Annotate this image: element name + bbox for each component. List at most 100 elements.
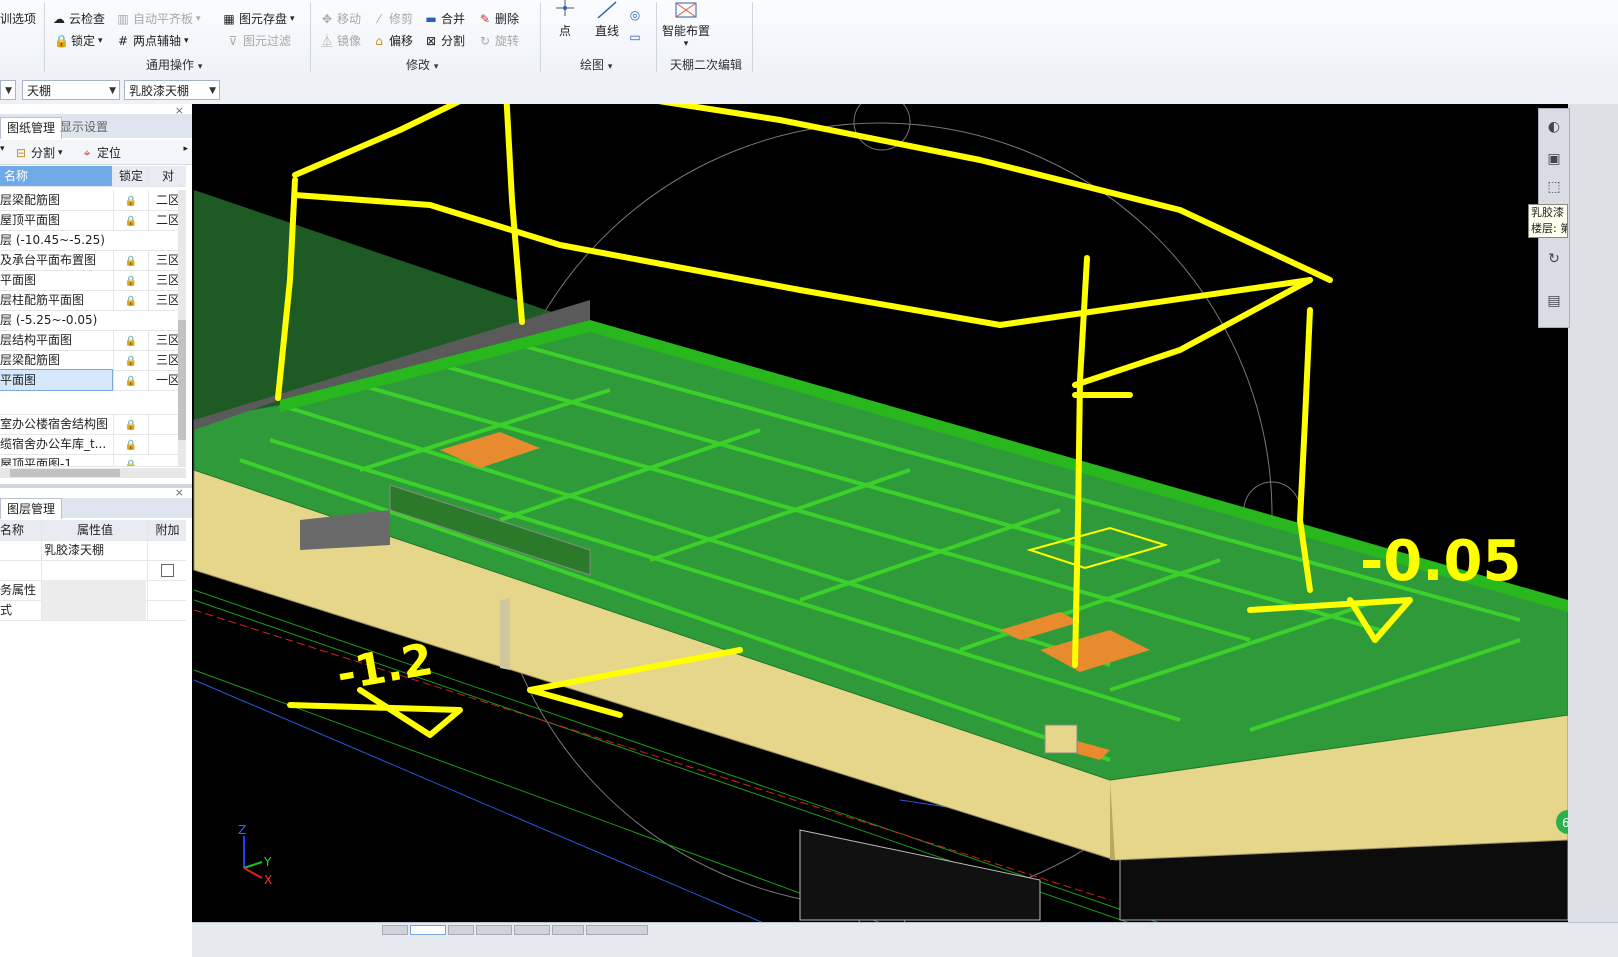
mirror-button[interactable]: ⏅ 镜像 <box>320 32 361 49</box>
save-elements-button[interactable]: ▦ 图元存盘 ▾ <box>222 10 294 27</box>
floor-group-row[interactable]: 层 (-5.25~-0.05) <box>0 310 186 331</box>
prop-value[interactable] <box>41 560 146 580</box>
prop-value[interactable]: 乳胶漆天棚 <box>41 540 146 560</box>
lock-icon[interactable]: 🔒 <box>113 190 148 210</box>
element-type-select[interactable]: 天棚 ▼ <box>22 80 120 100</box>
scrollbar-thumb[interactable] <box>10 469 120 477</box>
refresh-icon[interactable]: ↻ <box>1542 247 1566 271</box>
table-row[interactable]: 及承台平面布置图 🔒 三区 <box>0 250 186 271</box>
smart-layout-button[interactable]: 智能布置 ▾ <box>662 0 710 49</box>
property-row[interactable] <box>0 560 186 581</box>
line-button[interactable]: 直线 <box>594 0 620 39</box>
status-tab[interactable] <box>382 925 408 935</box>
mirror-label: 镜像 <box>337 34 362 48</box>
table-row[interactable]: 室办公楼宿舍结构图 🔒 <box>0 414 186 435</box>
property-row[interactable]: 式 <box>0 600 186 621</box>
chevron-right-icon[interactable]: ▸ <box>183 144 188 154</box>
mirror-icon: ⏅ <box>320 33 333 48</box>
group-label-ceiling-edit: 天棚二次编辑 <box>670 56 742 73</box>
smart-layout-icon <box>675 2 697 18</box>
3d-viewport[interactable]: -1.2 -0.05 Z Y X 6 <box>192 104 1568 922</box>
lock-icon[interactable]: 🔒 <box>113 330 148 350</box>
drawing-list-scrollbar[interactable] <box>178 190 186 466</box>
trim-button[interactable]: ⁄ 修剪 <box>372 10 413 27</box>
tab-display-settings[interactable]: 显示设置 <box>54 117 114 138</box>
lock-icon[interactable]: 🔒 <box>113 350 148 370</box>
lock-icon[interactable]: 🔒 <box>113 370 148 390</box>
property-row[interactable]: 务属性 <box>0 580 186 601</box>
chevron-down-icon: ▾ <box>683 39 689 49</box>
auto-align-button[interactable]: ▥ 自动平齐板 ▾ <box>116 10 200 27</box>
floor-select[interactable]: ▼ <box>0 80 16 100</box>
delete-button[interactable]: ✎ 删除 <box>478 10 519 27</box>
rotate-button[interactable]: ↻ 旋转 <box>478 32 519 49</box>
group-label-modify-text: 修改 <box>406 58 431 72</box>
panel-divider[interactable] <box>0 484 192 488</box>
group-label-general-text: 通用操作 <box>146 58 195 72</box>
offset-button[interactable]: ⌂ 偏移 <box>372 32 413 49</box>
column-header-lock[interactable]: 锁定 <box>113 166 148 186</box>
3d-box-icon[interactable]: ⬚ <box>1542 175 1566 199</box>
lock-icon[interactable]: 🔒 <box>113 434 148 454</box>
prop-extra <box>147 600 187 620</box>
two-point-axis-button[interactable]: # 两点辅轴 ▾ <box>116 32 189 49</box>
column-header-name[interactable]: 名称 <box>0 166 112 186</box>
lock-icon[interactable]: 🔒 <box>113 210 148 230</box>
horizontal-scrollbar[interactable] <box>0 468 186 478</box>
scrollbar-thumb[interactable] <box>178 320 186 440</box>
floor-group-row[interactable]: 层 (-10.45~-5.25) <box>0 230 186 251</box>
status-tab[interactable] <box>514 925 550 935</box>
table-row[interactable]: 层柱配筋平面图 🔒 三区 <box>0 290 186 311</box>
cloud-check-button[interactable]: ☁ 云检查 <box>52 10 105 27</box>
filter-elements-button[interactable]: ⊽ 图元过滤 <box>226 32 291 49</box>
arc-button[interactable]: ◎ <box>628 8 642 22</box>
model-canvas[interactable]: -1.2 -0.05 Z Y X 6 <box>192 104 1568 922</box>
status-tab[interactable] <box>586 925 648 935</box>
lock-button[interactable]: 🔒 锁定 ▾ <box>54 32 103 49</box>
options-label[interactable]: 训选项 <box>0 10 36 27</box>
locate-button[interactable]: ⌖ 定位 <box>80 144 121 161</box>
layers-icon[interactable]: ▤ <box>1542 289 1566 313</box>
status-tab[interactable] <box>476 925 512 935</box>
table-row[interactable]: 屋顶平面图-1 🔒 <box>0 454 186 467</box>
table-row-selected[interactable]: 平面图 🔒 一区 <box>0 369 186 391</box>
prop-extra <box>147 540 187 560</box>
2d-view-icon[interactable]: ▣ <box>1542 147 1566 171</box>
column-header-region[interactable]: 对 <box>148 166 187 186</box>
group-label-modify: 修改 ▾ <box>406 56 438 73</box>
element-name-select[interactable]: 乳胶漆天棚 ▼ <box>124 80 220 100</box>
status-tab[interactable] <box>552 925 584 935</box>
chevron-down-icon: ▾ <box>607 62 613 72</box>
merge-button[interactable]: ▬ 合并 <box>424 10 465 27</box>
extra-checkbox[interactable] <box>147 560 187 580</box>
property-row[interactable]: 乳胶漆天棚 <box>0 540 186 561</box>
table-row[interactable]: 平面图 🔒 三区 <box>0 270 186 291</box>
tab-layer-management[interactable]: 图层管理 <box>0 498 63 519</box>
table-row[interactable]: 层结构平面图 🔒 三区 <box>0 330 186 351</box>
orbit-icon[interactable]: ◐ <box>1542 115 1566 139</box>
status-tab[interactable] <box>448 925 474 935</box>
split-drawing-button[interactable]: ⊟ 分割 ▾ <box>14 144 63 161</box>
table-row[interactable]: 层梁配筋图 🔒 三区 <box>0 350 186 371</box>
move-button[interactable]: ✥ 移动 <box>320 10 361 27</box>
floor-group-name: 层 (-5.25~-0.05) <box>0 313 98 327</box>
lock-icon[interactable]: 🔒 <box>113 414 148 434</box>
rect-button[interactable]: ▭ <box>628 30 642 44</box>
prop-name <box>0 560 40 580</box>
axis-y-label: Y <box>263 855 272 869</box>
right-elevation-annotation: -0.05 <box>1360 529 1521 594</box>
tab-layer-management-label: 图层管理 <box>7 502 56 516</box>
lock-icon[interactable]: 🔒 <box>113 270 148 290</box>
tab-drawing-management[interactable]: 图纸管理 <box>0 117 63 139</box>
point-button[interactable]: 点 <box>552 0 578 39</box>
lock-icon[interactable]: 🔒 <box>113 250 148 270</box>
table-row[interactable]: 缆宿舍办公车库_t... 🔒 <box>0 434 186 455</box>
prop-extra <box>147 580 187 600</box>
lock-icon[interactable]: 🔒 <box>113 290 148 310</box>
table-row[interactable]: 屋顶平面图 🔒 二区 <box>0 210 186 231</box>
table-row[interactable]: 层梁配筋图 🔒 二区 <box>0 190 186 211</box>
move-label: 移动 <box>337 12 362 26</box>
status-tab[interactable] <box>410 925 446 935</box>
split-button[interactable]: ⊠ 分割 <box>424 32 465 49</box>
lock-icon[interactable]: 🔒 <box>113 454 148 466</box>
